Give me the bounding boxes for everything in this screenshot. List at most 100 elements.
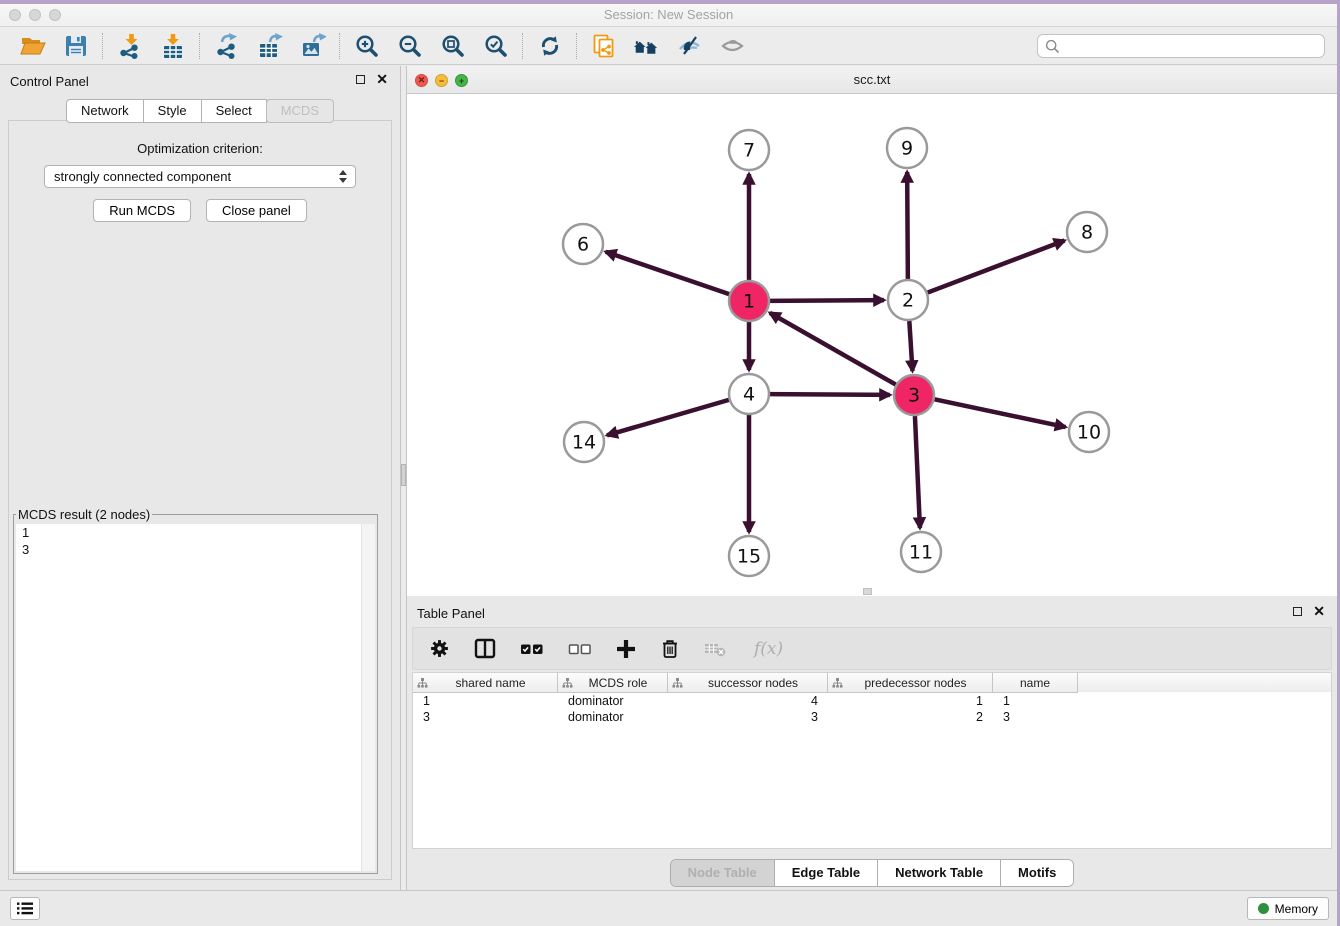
settings-gear-icon[interactable]	[429, 638, 450, 659]
table-cell: 3	[668, 709, 828, 725]
network-from-selection-icon[interactable]	[590, 32, 617, 59]
open-session-icon[interactable]	[19, 32, 46, 59]
panel-splitter[interactable]	[400, 66, 407, 890]
column-header-label: MCDS role	[573, 676, 663, 690]
close-panel-button[interactable]: Close panel	[206, 199, 307, 222]
save-session-icon[interactable]	[62, 32, 89, 59]
graph-node-label: 2	[902, 290, 914, 312]
control-tab-style[interactable]: Style	[143, 99, 202, 123]
control-tab-network[interactable]: Network	[66, 99, 144, 123]
header-filler	[1078, 673, 1331, 693]
table-row[interactable]: 1dominator411	[413, 693, 1331, 709]
column-header-name[interactable]: name	[993, 673, 1078, 693]
control-tab-mcds[interactable]: MCDS	[266, 99, 334, 123]
column-header-predecessor-nodes[interactable]: predecessor nodes	[828, 673, 993, 693]
memory-status-icon	[1258, 903, 1269, 914]
graph-node-label: 1	[743, 291, 755, 313]
import-table-icon[interactable]	[159, 32, 186, 59]
export-table-icon[interactable]	[256, 32, 283, 59]
deselect-all-icon[interactable]	[568, 640, 592, 658]
sort-hierarchy-icon	[417, 678, 428, 688]
graph-edge-3-1[interactable]	[770, 313, 896, 385]
graph-edge-4-14[interactable]	[607, 400, 729, 435]
mcds-panel: Optimization criterion: strongly connect…	[8, 120, 392, 880]
column-header-successor-nodes[interactable]: successor nodes	[668, 673, 828, 693]
maximize-window-button[interactable]	[49, 9, 61, 21]
column-visibility-icon[interactable]	[474, 638, 496, 659]
mcds-result-list: 13	[16, 524, 375, 871]
close-panel-icon[interactable]: ✕	[376, 75, 388, 84]
column-header-shared-name[interactable]: shared name	[413, 673, 558, 693]
float-table-panel-icon[interactable]	[1293, 607, 1302, 616]
column-header-MCDS-role[interactable]: MCDS role	[558, 673, 668, 693]
mcds-result-group: MCDS result (2 nodes) 13	[13, 507, 378, 874]
table-cell: 1	[413, 693, 558, 709]
select-all-icon[interactable]	[520, 640, 544, 658]
table-cell: 2	[828, 709, 993, 725]
close-window-button[interactable]	[9, 9, 21, 21]
network-close-button[interactable]: ✕	[415, 74, 428, 87]
graph-edge-1-6[interactable]	[606, 252, 729, 294]
delete-table-icon	[704, 640, 730, 658]
delete-column-icon[interactable]	[660, 638, 680, 659]
table-tab-node-table[interactable]: Node Table	[671, 860, 775, 886]
zoom-selected-icon[interactable]	[482, 32, 509, 59]
table-tab-motifs[interactable]: Motifs	[1001, 860, 1073, 886]
graph-node-label: 11	[909, 542, 933, 564]
search-box[interactable]	[1037, 34, 1325, 58]
node-table: shared name MCDS role successor nodes prede…	[412, 672, 1332, 849]
zoom-out-icon[interactable]	[396, 32, 423, 59]
result-scrollbar[interactable]	[361, 524, 375, 871]
network-maximize-button[interactable]: +	[455, 74, 468, 87]
zoom-fit-icon[interactable]	[439, 32, 466, 59]
float-panel-icon[interactable]	[356, 75, 365, 84]
dropdown-stepper-icon	[339, 170, 347, 183]
table-panel-title: Table Panel	[417, 606, 485, 621]
graph-edge-4-3[interactable]	[770, 394, 890, 395]
graph-edge-2-3[interactable]	[909, 321, 912, 371]
canvas-grip[interactable]	[863, 588, 872, 595]
optimization-criterion-label: Optimization criterion:	[9, 141, 391, 156]
graph-edge-2-8[interactable]	[928, 241, 1065, 293]
network-window-titlebar: ✕ − + scc.txt	[407, 66, 1337, 94]
sort-hierarchy-icon	[562, 678, 573, 688]
graph-edge-3-10[interactable]	[935, 399, 1066, 427]
table-cell: dominator	[558, 709, 668, 725]
table-tabs: Node TableEdge TableNetwork TableMotifs	[407, 859, 1337, 887]
refresh-view-icon[interactable]	[536, 32, 563, 59]
graph-edge-3-11[interactable]	[915, 416, 920, 528]
memory-button[interactable]: Memory	[1247, 897, 1329, 920]
export-image-icon[interactable]	[299, 32, 326, 59]
search-input[interactable]	[1065, 38, 1317, 55]
table-tab-edge-table[interactable]: Edge Table	[775, 860, 878, 886]
function-builder-icon: f(x)	[754, 639, 783, 659]
splitter-grip[interactable]	[401, 464, 406, 486]
minimize-window-button[interactable]	[29, 9, 41, 21]
run-mcds-button[interactable]: Run MCDS	[93, 199, 191, 222]
table-cell: 3	[993, 709, 1078, 725]
export-network-icon[interactable]	[213, 32, 240, 59]
app-window: Session: New Session	[0, 4, 1337, 926]
graph-edge-2-9[interactable]	[907, 172, 908, 279]
table-tab-network-table[interactable]: Network Table	[878, 860, 1001, 886]
table-row[interactable]: 3dominator323	[413, 709, 1331, 725]
graph-edge-1-2[interactable]	[770, 300, 884, 301]
network-canvas[interactable]: 1234678910111415	[407, 94, 1337, 596]
criterion-value: strongly connected component	[54, 169, 231, 184]
network-minimize-button[interactable]: −	[435, 74, 448, 87]
criterion-dropdown[interactable]: strongly connected component	[44, 165, 356, 188]
close-table-panel-icon[interactable]: ✕	[1313, 607, 1325, 616]
app-titlebar: Session: New Session	[0, 4, 1337, 27]
add-column-icon[interactable]	[616, 639, 636, 659]
mcds-result-item: 1	[16, 524, 375, 541]
column-header-label: predecessor nodes	[843, 676, 988, 690]
import-network-icon[interactable]	[116, 32, 143, 59]
search-icon	[1045, 39, 1060, 54]
homes-icon[interactable]	[633, 32, 660, 59]
graphics-details-icon[interactable]	[676, 32, 703, 59]
zoom-in-icon[interactable]	[353, 32, 380, 59]
control-tab-select[interactable]: Select	[201, 99, 267, 123]
task-history-button[interactable]	[10, 897, 40, 920]
graph-node-label: 7	[743, 140, 755, 162]
table-panel: Table Panel ✕	[407, 599, 1337, 894]
